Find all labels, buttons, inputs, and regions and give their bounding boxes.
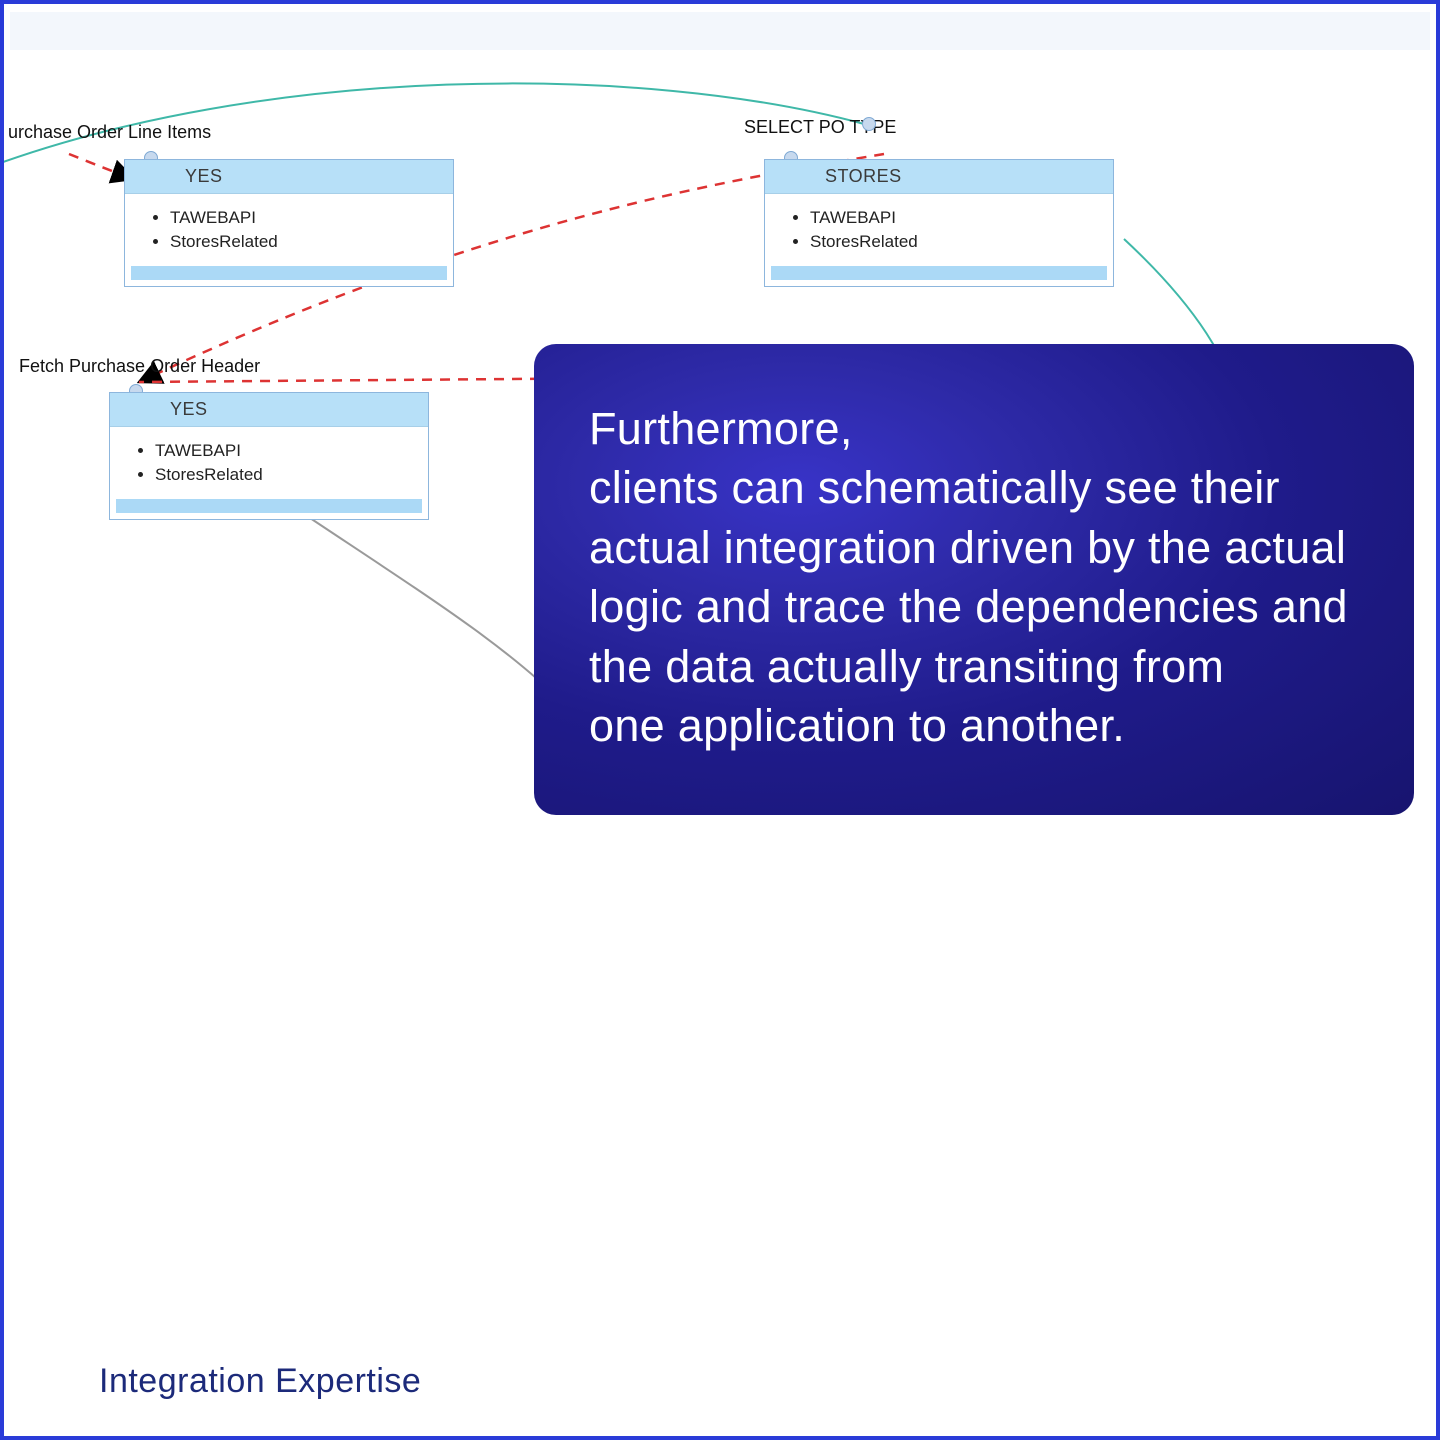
node-label-fetch-po-header: Fetch Purchase Order Header: [19, 356, 260, 377]
card-yes-2-title: YES: [110, 393, 428, 427]
card-stores[interactable]: STORES TAWEBAPI StoresRelated: [764, 159, 1114, 287]
footer-caption: Integration Expertise: [99, 1362, 421, 1401]
card-yes-2-list: TAWEBAPI StoresRelated: [110, 427, 428, 499]
card-yes-1-title: YES: [125, 160, 453, 194]
node-label-po-line-items: urchase Order Line Items: [8, 122, 211, 143]
card-yes-1[interactable]: YES TAWEBAPI StoresRelated: [124, 159, 454, 287]
card-yes-1-item-2: StoresRelated: [170, 232, 443, 252]
card-yes-2[interactable]: YES TAWEBAPI StoresRelated: [109, 392, 429, 520]
card-stores-footer: [771, 266, 1107, 280]
card-yes-1-item-1: TAWEBAPI: [170, 208, 443, 228]
connector-grey: [304, 514, 564, 704]
overlay-line-3: one application to another.: [589, 700, 1125, 751]
card-yes-2-item-1: TAWEBAPI: [155, 441, 418, 461]
card-yes-1-list: TAWEBAPI StoresRelated: [125, 194, 453, 266]
overlay-line-1: Furthermore,: [589, 403, 853, 454]
card-yes-1-footer: [131, 266, 447, 280]
card-stores-title: STORES: [765, 160, 1113, 194]
card-yes-2-item-2: StoresRelated: [155, 465, 418, 485]
card-stores-item-2: StoresRelated: [810, 232, 1103, 252]
card-stores-list: TAWEBAPI StoresRelated: [765, 194, 1113, 266]
anchor-node2-top[interactable]: [862, 117, 876, 131]
overlay-line-2: clients can schematically see their actu…: [589, 462, 1348, 691]
card-yes-2-footer: [116, 499, 422, 513]
card-stores-item-1: TAWEBAPI: [810, 208, 1103, 228]
overlay-panel: Furthermore, clients can schematically s…: [534, 344, 1414, 815]
